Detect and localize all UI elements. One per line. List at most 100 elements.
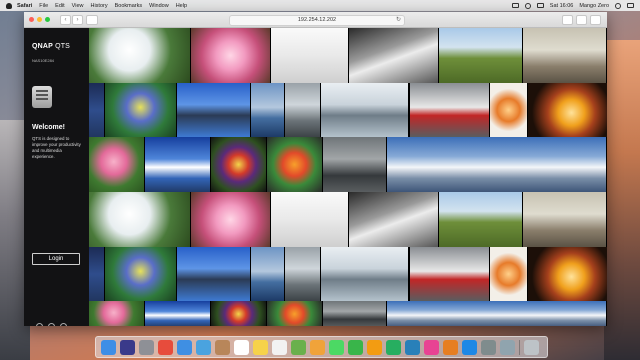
address-bar[interactable]: 192.254.12.202 ↻ (229, 15, 405, 26)
messages-icon[interactable] (329, 339, 344, 355)
notes-icon[interactable] (253, 339, 268, 355)
photo-row (89, 247, 607, 301)
industrial-photo (523, 28, 607, 83)
menu-user[interactable]: Mango Zero (579, 3, 609, 9)
menu-view[interactable]: View (72, 3, 84, 9)
close-window-icon[interactable] (29, 17, 34, 22)
pages-icon[interactable] (367, 339, 382, 355)
facetime-icon[interactable] (348, 339, 363, 355)
calendar-icon[interactable] (234, 339, 249, 355)
apple-menu-icon[interactable] (6, 2, 12, 9)
industrial-photo (523, 192, 607, 247)
utility-icon[interactable] (48, 323, 55, 326)
minimize-window-icon[interactable] (37, 17, 42, 22)
chrome-icon[interactable] (158, 339, 173, 355)
help-icon[interactable] (60, 323, 67, 326)
photo-row (89, 83, 607, 137)
warehouse-photo (321, 83, 409, 137)
photo-row (89, 28, 607, 83)
bw-waves-photo (349, 28, 439, 83)
dock-separator (519, 339, 520, 355)
menu-edit[interactable]: Edit (55, 3, 64, 9)
canal-photo (323, 301, 387, 326)
trash-icon[interactable] (524, 339, 539, 355)
veggies-photo (267, 137, 323, 192)
bluesky-photo (145, 301, 211, 326)
address-text: 192.254.12.202 (297, 17, 337, 23)
brand-name: QNAP (32, 43, 53, 50)
mobile-app-icon[interactable] (36, 323, 43, 326)
reload-icon[interactable]: ↻ (396, 16, 401, 25)
flower-w-photo (89, 192, 191, 247)
welcome-heading: Welcome! (32, 124, 65, 131)
racecar-photo (410, 83, 490, 137)
drink-photo (490, 83, 528, 137)
battery-icon[interactable] (536, 3, 544, 8)
river-photo (285, 83, 321, 137)
tall-blue-photo (89, 247, 105, 301)
finder-icon[interactable] (101, 339, 116, 355)
tall-blue-photo (89, 83, 105, 137)
launchpad-icon[interactable] (139, 339, 154, 355)
photo-row (89, 301, 607, 326)
new-tab-icon[interactable] (590, 15, 601, 25)
nas-device-icon (32, 86, 52, 108)
sidebar-toggle-icon[interactable] (86, 14, 98, 25)
panorama-photo (387, 301, 607, 326)
reminders-icon[interactable] (272, 339, 287, 355)
spotlight-icon[interactable] (615, 2, 621, 9)
siri-icon[interactable] (120, 339, 135, 355)
photos-icon[interactable] (310, 339, 325, 355)
maps-icon[interactable] (291, 339, 306, 355)
river-photo (285, 247, 321, 301)
tabs-overview-icon[interactable] (576, 15, 587, 25)
warehouse-photo (321, 247, 409, 301)
ibooks-icon[interactable] (443, 339, 458, 355)
preview-icon[interactable] (500, 339, 515, 355)
tractor-photo (439, 192, 523, 247)
keynote-icon[interactable] (405, 339, 420, 355)
menu-history[interactable]: History (90, 3, 107, 9)
photo-row (89, 137, 607, 192)
menu-window[interactable]: Window (149, 3, 169, 9)
settings-icon[interactable] (481, 339, 496, 355)
veggies-photo (267, 301, 323, 326)
photo-wall (89, 28, 607, 326)
appstore-icon[interactable] (462, 339, 477, 355)
panorama-photo (387, 137, 607, 192)
blossom-photo (191, 28, 271, 83)
photo-row (89, 192, 607, 247)
zoom-window-icon[interactable] (45, 17, 50, 22)
browser-window: ‹ › 192.254.12.202 ↻ QNAP QTS NAS10E284 … (24, 12, 607, 326)
tractor-photo (439, 28, 523, 83)
menu-clock[interactable]: Sat 16:06 (550, 3, 574, 9)
contacts-icon[interactable] (215, 339, 230, 355)
safari-icon[interactable] (177, 339, 192, 355)
rose-photo (89, 301, 145, 326)
pier-photo (271, 192, 349, 247)
desktop-wallpaper-right (604, 40, 640, 360)
back-button[interactable]: ‹ (60, 14, 71, 25)
nas-name: NAS10E284 (32, 58, 55, 63)
notification-center-icon[interactable] (627, 3, 634, 8)
welcome-description: QTS is designed to improve your producti… (32, 136, 81, 159)
numbers-icon[interactable] (386, 339, 401, 355)
itunes-icon[interactable] (424, 339, 439, 355)
fruit-photo (211, 301, 267, 326)
mail-icon[interactable] (196, 339, 211, 355)
menu-file[interactable]: File (39, 3, 48, 9)
product-name: QTS (55, 43, 71, 50)
menu-help[interactable]: Help (176, 3, 187, 9)
qnap-logo: QNAP QTS (32, 43, 70, 50)
pier-photo (271, 28, 349, 83)
wifi-icon[interactable] (524, 2, 531, 9)
airplay-icon[interactable] (511, 3, 519, 8)
drink-photo (490, 247, 528, 301)
bw-waves-photo (349, 192, 439, 247)
menu-app-name[interactable]: Safari (17, 3, 32, 9)
login-button[interactable]: Login (32, 253, 80, 265)
menu-bookmarks[interactable]: Bookmarks (115, 3, 143, 9)
forward-button[interactable]: › (72, 14, 83, 25)
share-icon[interactable] (562, 15, 573, 25)
fruit-photo (211, 137, 267, 192)
